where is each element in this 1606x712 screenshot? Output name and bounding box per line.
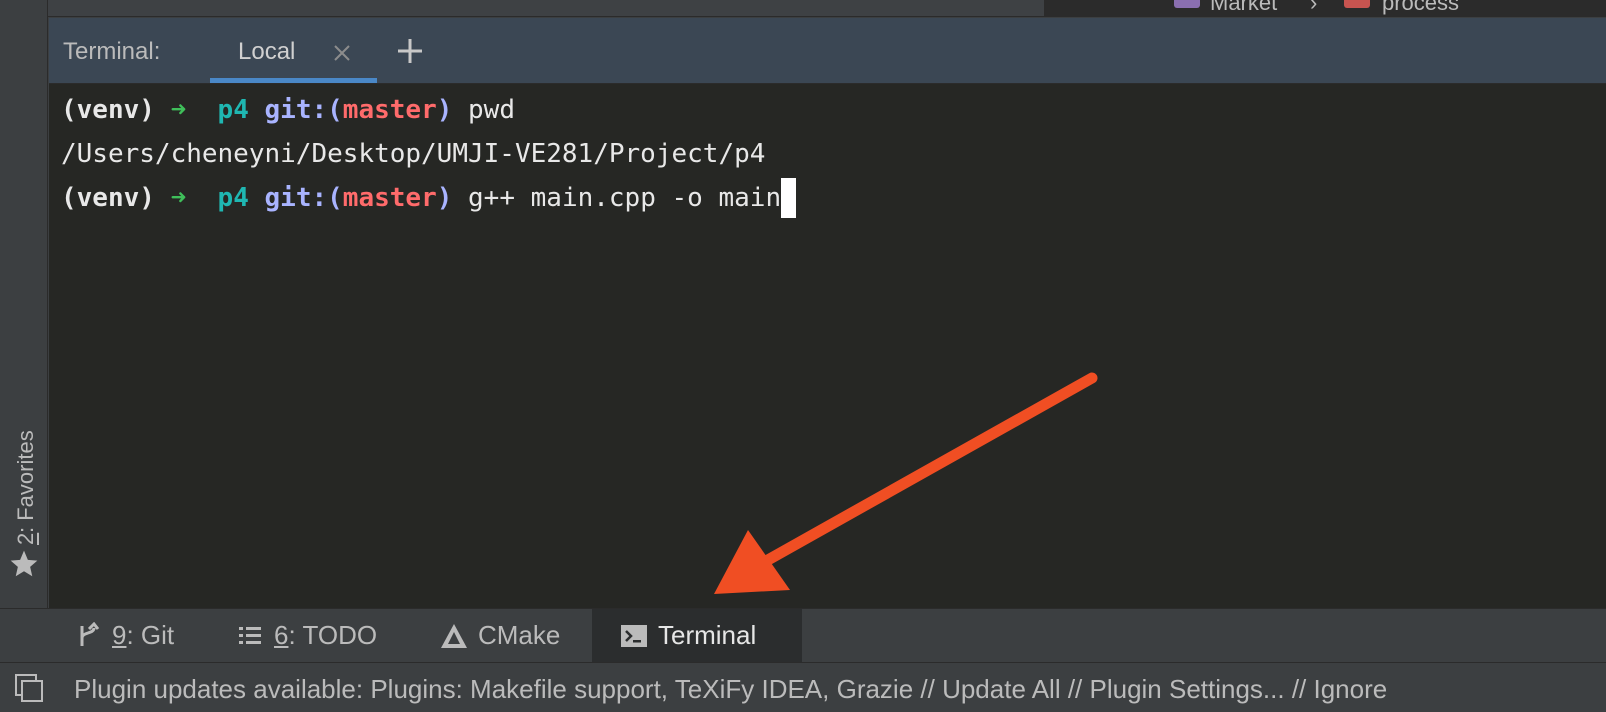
plugin-updates-notification[interactable]: Plugin updates available: Plugins: Makef…: [74, 674, 1387, 705]
tool-window-git[interactable]: 9: Git: [60, 609, 188, 662]
plus-icon[interactable]: [393, 34, 427, 68]
command-output: /Users/cheneyni/Desktop/UMJI-VE281/Proje…: [61, 139, 766, 169]
tab-local-label: Local: [238, 38, 296, 65]
prompt-dir: p4: [217, 183, 265, 213]
prompt-git-open: git:(: [264, 95, 343, 125]
tool-window-terminal[interactable]: Terminal: [592, 609, 802, 662]
tool-window-label: CMake: [478, 620, 561, 650]
command-input[interactable]: g++ main.cpp -o main: [452, 183, 781, 213]
class-icon: [1174, 0, 1200, 8]
tool-window-number: 6: [274, 620, 289, 650]
terminal-icon: [621, 624, 647, 647]
breadcrumb-item-process[interactable]: process: [1382, 0, 1459, 16]
venv-prefix: (venv): [61, 183, 171, 213]
venv-prefix: (venv): [61, 95, 171, 125]
prompt-arrow: ➜: [170, 183, 218, 213]
tab-local[interactable]: Local: [210, 18, 377, 83]
prompt-git-open: git:(: [264, 183, 343, 213]
breadcrumb-item-market[interactable]: Market: [1210, 0, 1277, 16]
git-branch-icon: [80, 621, 100, 646]
tool-window-label: : Git: [126, 620, 175, 650]
terminal-line: /Users/cheneyni/Desktop/UMJI-VE281/Proje…: [61, 134, 765, 174]
prompt-git-close: ): [436, 95, 453, 125]
close-icon[interactable]: [331, 42, 353, 64]
terminal-line: (venv) ➜ p4 git:(master) g++ main.cpp -o…: [61, 178, 797, 218]
prompt-git-close: ): [436, 183, 453, 213]
function-icon: [1344, 0, 1370, 8]
toggle-tool-windows-icon[interactable]: [14, 673, 44, 703]
text-cursor: [781, 178, 797, 218]
favorites-tool-button[interactable]: 2: Favorites: [10, 385, 42, 545]
terminal-title: Terminal:: [63, 38, 161, 65]
breadcrumb: Market › process: [1044, 0, 1606, 16]
tool-window-label: Terminal: [658, 620, 757, 650]
terminal-line: (venv) ➜ p4 git:(master) pwd: [61, 90, 515, 130]
ide-window: Market › process 2: Favorites Terminal: …: [0, 0, 1606, 712]
active-tab-indicator: [210, 78, 377, 83]
terminal-tab-header: Terminal: Local: [49, 18, 1606, 84]
todo-list-icon: [239, 626, 261, 644]
star-icon[interactable]: [8, 548, 40, 580]
terminal-output[interactable]: (venv) ➜ p4 git:(master) pwd /Users/chen…: [49, 84, 1606, 608]
left-tool-strip: 2: Favorites: [0, 0, 48, 608]
favorites-label: : Favorites: [13, 430, 38, 533]
tool-window-todo[interactable]: 6: TODO: [222, 609, 391, 662]
prompt-arrow: ➜: [170, 95, 218, 125]
prompt-dir: p4: [217, 95, 265, 125]
tool-window-number: 9: [112, 620, 127, 650]
command-text: pwd: [452, 95, 515, 125]
tool-window-bar: 9: Git 6: TODO CMake Terminal: [0, 608, 1606, 663]
status-bar: Plugin updates available: Plugins: Makef…: [0, 663, 1606, 712]
editor-top-strip: Market › process: [0, 0, 1606, 18]
favorites-number: 2: [13, 532, 38, 545]
tool-window-cmake[interactable]: CMake: [426, 609, 574, 662]
prompt-branch: master: [342, 183, 437, 213]
prompt-branch: master: [342, 95, 437, 125]
breadcrumb-separator: ›: [1310, 0, 1318, 15]
cmake-icon: [441, 623, 467, 648]
tool-window-label: : TODO: [288, 620, 378, 650]
